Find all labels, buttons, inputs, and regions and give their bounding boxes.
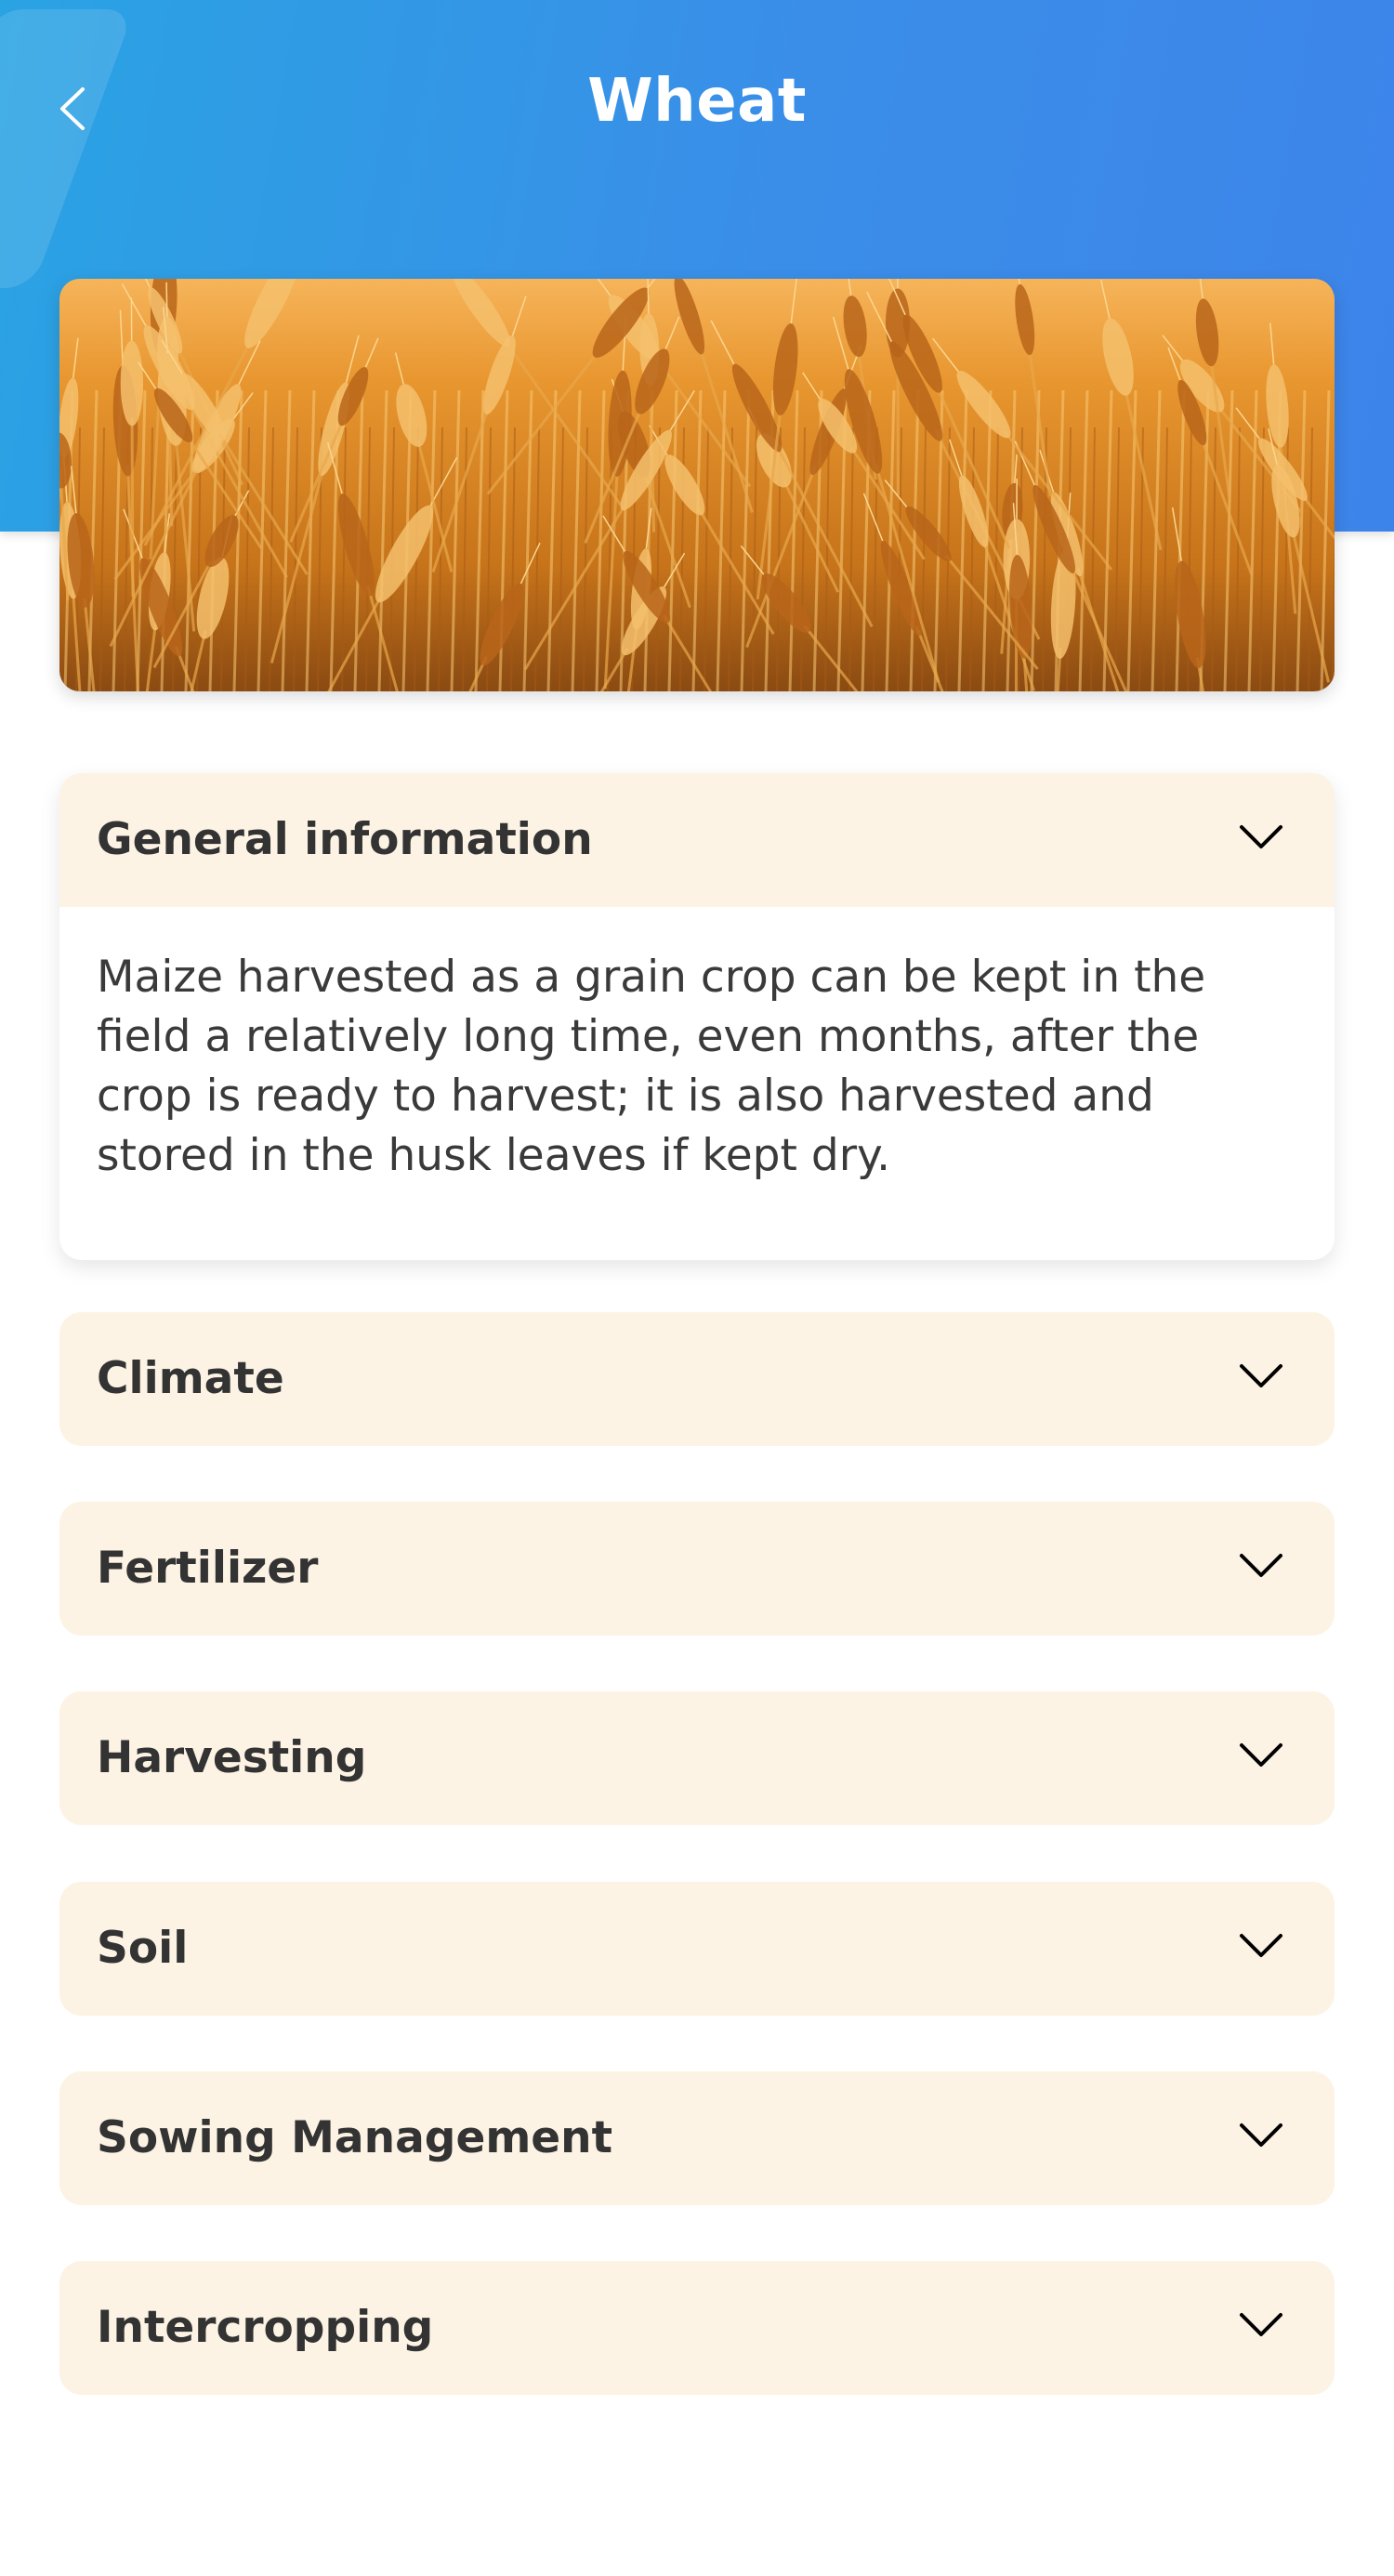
chevron-down-icon[interactable] [1238,1736,1284,1773]
accordion-header[interactable]: Harvesting [59,1691,1335,1825]
accordion-header[interactable]: General information [59,773,1335,907]
accordion-title: Soil [97,1923,189,1974]
accordion-title: Intercropping [97,2302,434,2353]
chevron-down-icon[interactable] [1238,1357,1284,1394]
accordion-section: Fertilizer [59,1502,1335,1636]
accordion-section: Climate [59,1312,1335,1446]
accordion-section: Soil [59,1882,1335,2016]
wheat-field-illustration [59,279,1335,691]
chevron-down-icon[interactable] [1238,1546,1284,1584]
accordion-body-text: Maize harvested as a grain crop can be k… [97,952,1206,1181]
accordion-section: Intercropping [59,2261,1335,2395]
accordion-section: Sowing Management [59,2071,1335,2205]
hero-image [59,279,1335,691]
chevron-down-icon[interactable] [1238,1926,1284,1964]
accordion-title: General information [97,814,593,865]
accordion-section: Harvesting [59,1691,1335,1825]
page-title: Wheat [587,67,807,136]
accordion-header[interactable]: Intercropping [59,2261,1335,2395]
header-decoration [0,9,135,288]
accordion-title: Fertilizer [97,1543,319,1594]
accordion-header[interactable]: Sowing Management [59,2071,1335,2205]
accordion-header[interactable]: Soil [59,1882,1335,2016]
accordion-title: Harvesting [97,1732,367,1783]
chevron-down-icon[interactable] [1238,2116,1284,2153]
chevron-down-icon[interactable] [1238,2306,1284,2343]
accordion-header[interactable]: Fertilizer [59,1502,1335,1636]
accordion-title: Climate [97,1353,284,1404]
accordion-title: Sowing Management [97,2112,613,2163]
accordion-header[interactable]: Climate [59,1312,1335,1446]
chevron-down-icon[interactable] [1238,818,1284,855]
accordion-section: General information Maize harvested as a … [59,773,1335,1260]
